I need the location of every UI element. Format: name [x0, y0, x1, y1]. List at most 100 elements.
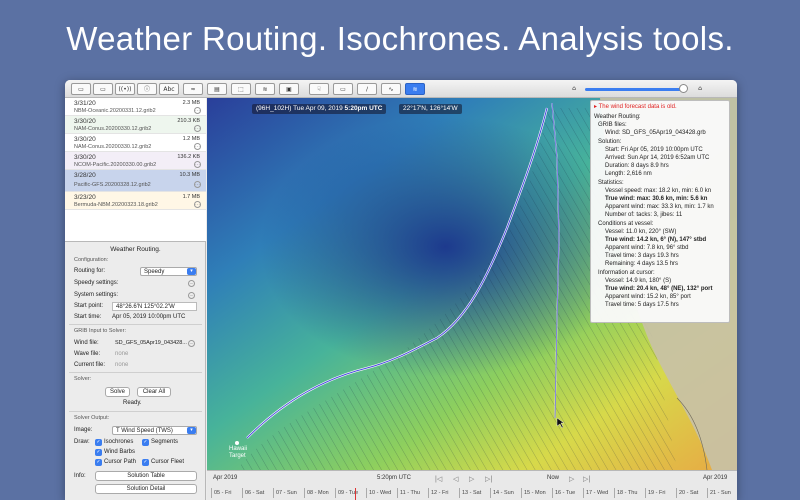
download-icon[interactable]: ⋯: [194, 107, 201, 114]
timeline-playhead[interactable]: [355, 488, 356, 500]
wind-file-label: Wind file:: [74, 340, 99, 346]
timeline-day[interactable]: 14 - Sun: [490, 488, 514, 498]
file-date: 3/31/20: [74, 100, 96, 107]
timeline-day[interactable]: 06 - Sat: [242, 488, 264, 498]
overlay-icon[interactable]: ≋: [255, 83, 275, 95]
file-name: Bermuda-NBM.20200323.18.grib2: [74, 202, 158, 208]
skip-back-icon[interactable]: |◁: [435, 475, 442, 483]
info-remaining: Remaining: 4 days 13.5 hrs: [605, 261, 679, 267]
toolbar: ▭ ▭ ((•)) ⓘ Abc ≈ ▤ ⬚ ≋ ▣ ☟ ▭ ∕ ∿ ≋ ⌂ ⌂: [65, 80, 737, 98]
cursor-fleet-checkbox[interactable]: ✓ Cursor Fleet: [142, 459, 185, 466]
list-item[interactable]: 3/30/20 136.2 KB NCOM-Pacific.20200330.0…: [65, 152, 206, 170]
timeline-day[interactable]: 12 - Fri: [428, 488, 448, 498]
timeline-now[interactable]: Now: [547, 475, 559, 481]
info-tacks: Number of: tacks: 3, jibes: 11: [605, 212, 683, 218]
download-icon[interactable]: ⋯: [194, 143, 201, 150]
timeline-day[interactable]: 20 - Sat: [676, 488, 698, 498]
info-conditions: Conditions at vessel:: [598, 221, 654, 227]
step-forward-icon-2[interactable]: ▷: [569, 475, 574, 483]
divider: [69, 411, 202, 412]
sidebar: 3/31/20 2.3 MB NBM-Oceanic.20200331.12.g…: [65, 98, 206, 500]
start-time-value[interactable]: Apr 05, 2019 10:00pm UTC: [112, 314, 185, 320]
text-icon[interactable]: Abc: [159, 83, 179, 95]
timeline-day[interactable]: 07 - Sun: [273, 488, 297, 498]
segments-checkbox[interactable]: ✓ Segments: [142, 439, 178, 446]
download-icon[interactable]: ⋯: [194, 181, 201, 188]
home-icon[interactable]: ⌂: [569, 83, 579, 95]
solution-detail-button[interactable]: Solution Detail: [95, 484, 197, 494]
timeline-day[interactable]: 17 - Wed: [583, 488, 608, 498]
info-grib-files: GRIB files:: [598, 122, 627, 128]
timeline-day[interactable]: 08 - Mon: [304, 488, 329, 498]
info-icon[interactable]: ⓘ: [137, 83, 157, 95]
download-icon[interactable]: ⋯: [194, 125, 201, 132]
timeline-day[interactable]: 18 - Thu: [614, 488, 637, 498]
solve-button[interactable]: Solve: [105, 387, 130, 397]
image-icon[interactable]: ▣: [279, 83, 299, 95]
more-icon[interactable]: ⋯: [188, 280, 195, 287]
file-size: 136.2 KB: [177, 154, 200, 160]
hand-icon[interactable]: ☟: [309, 83, 329, 95]
timeline-day[interactable]: 15 - Mon: [521, 488, 546, 498]
current-file-label: Current file:: [74, 362, 106, 368]
timeline-current-time: 5:20pm UTC: [377, 475, 412, 481]
more-icon[interactable]: ⋯: [188, 292, 195, 299]
isochrone-icon[interactable]: ≋: [405, 83, 425, 95]
check-icon: ✓: [142, 459, 149, 466]
timeline-day[interactable]: 21 - Sun: [707, 488, 731, 498]
start-point-field[interactable]: 48°26.6'N 125°02.2'W: [112, 302, 197, 311]
cursor-coords: 22°17'N, 126°14'W: [399, 104, 462, 114]
target-marker: [235, 441, 239, 445]
solver-status: Ready.: [123, 400, 142, 406]
timeline-day[interactable]: 16 - Tue: [552, 488, 575, 498]
current-file-value: none: [115, 362, 129, 368]
solution-table-button[interactable]: Solution Table: [95, 471, 197, 481]
info-duration: Duration: 8 days 8.9 hrs: [605, 163, 669, 169]
timeline-day[interactable]: 10 - Wed: [366, 488, 391, 498]
timeline-day[interactable]: 05 - Fri: [211, 488, 231, 498]
frame-icon[interactable]: ⬚: [231, 83, 251, 95]
list-item-selected[interactable]: 3/28/20 10.3 MB Pacific-GFS.20200328.12.…: [65, 170, 206, 192]
list-item[interactable]: 3/30/20 210.3 KB NAM-Conus.20200330.12.g…: [65, 116, 206, 134]
line-icon[interactable]: ∕: [357, 83, 377, 95]
isochrones-checkbox[interactable]: ✓ Isochrones: [95, 439, 133, 446]
more-icon[interactable]: ⋯: [188, 340, 195, 347]
wind-file-value: SD_GFS_05Apr19_043428...: [115, 340, 187, 346]
image-select[interactable]: T Wind Speed (TWS) ▾: [112, 426, 197, 435]
file-size: 1.7 MB: [182, 194, 200, 200]
cursor-fleet-label: Cursor Fleet: [151, 459, 185, 465]
step-forward-icon[interactable]: ▷|: [485, 475, 492, 483]
routing-for-value: Speedy: [144, 269, 165, 275]
step-back-icon[interactable]: ◁: [453, 475, 458, 483]
clear-all-button[interactable]: Clear All: [137, 387, 171, 397]
download-icon[interactable]: ⋯: [194, 201, 201, 208]
file-date: 3/30/20: [74, 154, 96, 161]
zoom-slider[interactable]: [585, 88, 685, 91]
list-item[interactable]: 3/31/20 2.3 MB NBM-Oceanic.20200331.12.g…: [65, 98, 206, 116]
wave-icon[interactable]: ≈: [183, 83, 203, 95]
zoom-slider-knob[interactable]: [679, 84, 688, 93]
panel-toggle-icon[interactable]: ▭: [93, 83, 113, 95]
route-icon[interactable]: ∿: [381, 83, 401, 95]
panel-title: Weather Routing.: [110, 246, 161, 253]
cursor-path-checkbox[interactable]: ✓ Cursor Path: [95, 459, 136, 466]
rectangle-icon[interactable]: ▭: [333, 83, 353, 95]
list-item[interactable]: 3/30/20 1.2 MB NAM-Conus.20200330.12.gri…: [65, 134, 206, 152]
info-apparent-vessel: Apparent wind: 7.8 kn, 96° stbd: [605, 245, 689, 251]
info-label: Info:: [74, 473, 86, 479]
skip-forward-icon[interactable]: ▷|: [583, 475, 590, 483]
wind-barbs-checkbox[interactable]: ✓ Wind Barbs: [95, 449, 135, 456]
info-statistics: Statistics:: [598, 180, 624, 186]
play-icon[interactable]: ▷: [469, 475, 474, 483]
list-item[interactable]: 3/23/20 1.7 MB Bermuda-NBM.20200323.18.g…: [65, 192, 206, 210]
layer-icon[interactable]: ▤: [207, 83, 227, 95]
sidebar-toggle-icon[interactable]: ▭: [71, 83, 91, 95]
timeline-day[interactable]: 19 - Fri: [645, 488, 665, 498]
timeline[interactable]: Apr 2019 5:20pm UTC |◁ ◁ ▷ ▷| Now ▷ ▷| A…: [207, 470, 737, 500]
timeline-day[interactable]: 11 - Thu: [397, 488, 420, 498]
home-icon-right[interactable]: ⌂: [695, 83, 705, 95]
timeline-day[interactable]: 13 - Sat: [459, 488, 481, 498]
broadcast-icon[interactable]: ((•)): [115, 83, 135, 95]
download-icon[interactable]: ⋯: [194, 161, 201, 168]
routing-for-select[interactable]: Speedy ▾: [140, 267, 197, 276]
